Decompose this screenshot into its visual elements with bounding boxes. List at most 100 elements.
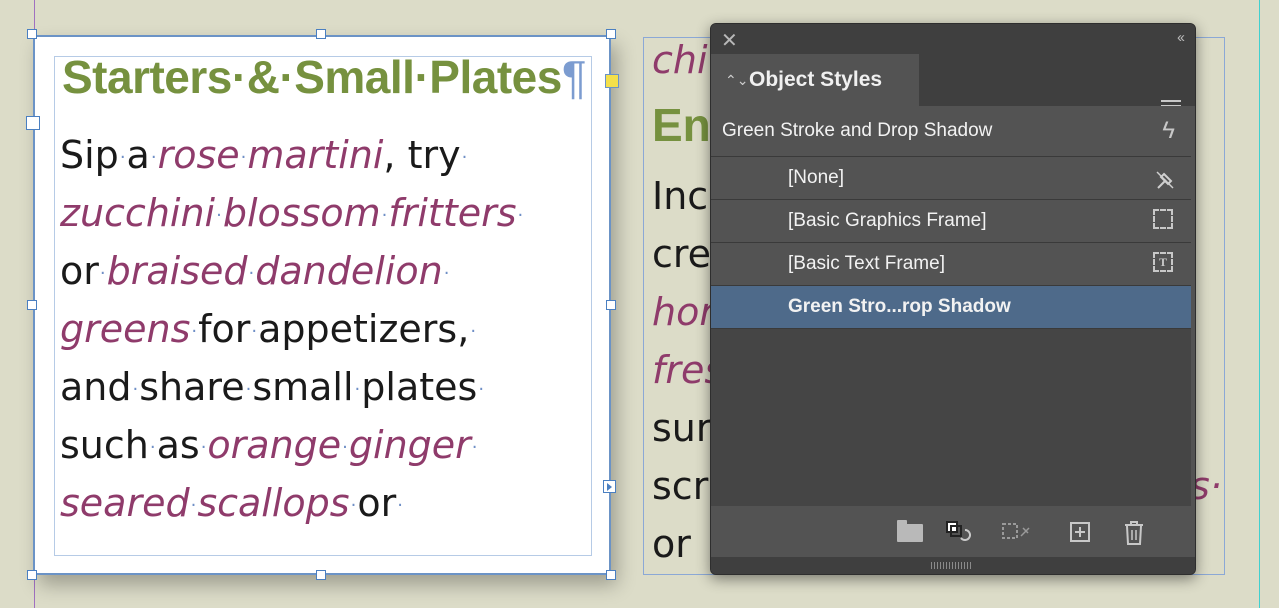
space-marker: · bbox=[342, 436, 348, 458]
heading-text: Starters·&·Small·Plates bbox=[62, 51, 562, 103]
current-style-label: Green Stroke and Drop Shadow ϟ bbox=[711, 106, 1195, 156]
frame-handle-bottom-left[interactable] bbox=[27, 570, 37, 580]
style-row-basic-graphics-frame[interactable]: [Basic Graphics Frame] bbox=[711, 200, 1191, 243]
body-word: Sip bbox=[60, 133, 119, 177]
clear-override-icon bbox=[1153, 166, 1175, 189]
frame-handle-top-right[interactable] bbox=[606, 29, 616, 39]
space-marker: · bbox=[478, 378, 485, 400]
quick-apply-icon[interactable]: ϟ bbox=[1162, 106, 1175, 156]
tab-label: Object Styles bbox=[749, 68, 883, 91]
style-row-none[interactable]: [None] bbox=[711, 157, 1191, 200]
body-word: seared bbox=[60, 481, 190, 525]
frame-handle-middle-right[interactable] bbox=[606, 300, 616, 310]
tab-arrows-icon: ⌃⌄ bbox=[725, 72, 749, 88]
space-marker: · bbox=[443, 262, 450, 284]
in-port[interactable] bbox=[26, 116, 40, 130]
tab-object-styles[interactable]: ⌃⌄ Object Styles bbox=[711, 54, 919, 106]
right-text-fragment: hor bbox=[652, 290, 715, 334]
style-label: [None] bbox=[788, 167, 844, 188]
body-word: appetizers, bbox=[258, 307, 470, 351]
panel-tab-bar: ⌃⌄ Object Styles bbox=[711, 54, 1195, 117]
space-marker: · bbox=[191, 320, 198, 342]
body-word: or bbox=[60, 249, 99, 293]
body-word: orange bbox=[207, 423, 342, 467]
right-text-fragment: scr bbox=[652, 464, 709, 508]
new-style-group-icon[interactable] bbox=[897, 520, 923, 542]
new-style-icon[interactable] bbox=[1067, 520, 1093, 544]
space-marker: · bbox=[517, 204, 524, 226]
delete-icon[interactable] bbox=[1121, 520, 1147, 545]
body-word: rose bbox=[157, 133, 240, 177]
right-heading-fragment: En bbox=[652, 99, 711, 151]
body-word: martini bbox=[247, 133, 384, 177]
style-label: Green Stro...rop Shadow bbox=[788, 296, 1011, 317]
body-text-line: and·share·small·plates· bbox=[60, 358, 580, 416]
frame-heading: Starters·&·Small·Plates¶ bbox=[62, 50, 587, 104]
right-text-fragment: sur bbox=[652, 406, 712, 450]
space-marker: · bbox=[461, 146, 468, 168]
body-word: zucchini bbox=[60, 191, 216, 235]
body-word: greens bbox=[60, 307, 191, 351]
right-text-fragment: or bbox=[652, 522, 691, 566]
space-marker: · bbox=[251, 320, 258, 342]
space-marker: · bbox=[470, 320, 477, 342]
right-text-fragment: Inc bbox=[652, 174, 709, 218]
style-label: [Basic Text Frame] bbox=[788, 253, 945, 274]
body-word: plates bbox=[361, 365, 478, 409]
body-word: blossom bbox=[222, 191, 381, 235]
space-marker: · bbox=[119, 146, 126, 168]
style-label: [Basic Graphics Frame] bbox=[788, 210, 987, 231]
frame-handle-top-center[interactable] bbox=[316, 29, 326, 39]
panel-footer bbox=[711, 506, 1191, 556]
space-marker: · bbox=[471, 436, 478, 458]
space-marker: · bbox=[150, 146, 157, 168]
space-marker: · bbox=[149, 436, 156, 458]
frame-handle-bottom-right[interactable] bbox=[606, 570, 616, 580]
body-word: for bbox=[198, 307, 251, 351]
body-word: braised bbox=[106, 249, 248, 293]
space-marker: · bbox=[397, 494, 403, 516]
body-text-line: zucchini·blossom·fritters· bbox=[60, 184, 580, 242]
frame-body-text: Sip·a·rose·martini, try· zucchini·blossom… bbox=[60, 126, 580, 532]
close-icon[interactable]: ✕ bbox=[721, 28, 738, 53]
text-frame-icon: T bbox=[1153, 252, 1175, 274]
space-marker: · bbox=[216, 204, 222, 226]
body-text-line: Sip·a·rose·martini, try· bbox=[60, 126, 580, 184]
body-word: share bbox=[139, 365, 245, 409]
right-text-fragment: cre bbox=[652, 232, 712, 276]
right-text-fragment: chi bbox=[652, 38, 708, 82]
styles-list: [None] [Basic Graphics Frame] [Basic Tex… bbox=[711, 156, 1191, 507]
right-margin-guide bbox=[1259, 0, 1260, 608]
clear-overrides-icon[interactable] bbox=[945, 520, 971, 544]
body-word: , try bbox=[383, 133, 461, 177]
collapse-icon[interactable]: ‹‹ bbox=[1177, 29, 1185, 46]
body-text-line: seared·scallops·or· bbox=[60, 474, 580, 532]
panel-resize-grip[interactable] bbox=[711, 557, 1195, 574]
body-word: a bbox=[126, 133, 150, 177]
pilcrow-mark: ¶ bbox=[561, 51, 587, 103]
object-styles-panel: ✕ ‹‹ ⌃⌄ Object Styles Green Stroke and D… bbox=[710, 23, 1196, 575]
panel-titlebar[interactable]: ✕ ‹‹ bbox=[711, 24, 1195, 54]
frame-handle-middle-left[interactable] bbox=[27, 300, 37, 310]
clear-attributes-icon[interactable] bbox=[1001, 520, 1030, 544]
body-word: as bbox=[156, 423, 200, 467]
body-word: or bbox=[357, 481, 397, 525]
space-marker: · bbox=[99, 262, 106, 284]
content-grabber[interactable] bbox=[605, 74, 619, 88]
graphics-frame-icon bbox=[1153, 209, 1175, 231]
body-word: such bbox=[60, 423, 149, 467]
body-word: fritters bbox=[388, 191, 517, 235]
body-text-line: such·as·orange·ginger· bbox=[60, 416, 580, 474]
body-word: and bbox=[60, 365, 132, 409]
frame-handle-top-left[interactable] bbox=[27, 29, 37, 39]
body-word: dandelion bbox=[255, 249, 443, 293]
body-word: ginger bbox=[348, 423, 471, 467]
body-word: small bbox=[252, 365, 354, 409]
frame-handle-bottom-center[interactable] bbox=[316, 570, 326, 580]
body-text-line: greens·for·appetizers,· bbox=[60, 300, 580, 358]
style-row-green-stroke[interactable]: Green Stro...rop Shadow bbox=[711, 286, 1191, 329]
current-style-name: Green Stroke and Drop Shadow bbox=[722, 120, 993, 141]
style-row-basic-text-frame[interactable]: [Basic Text Frame] T bbox=[711, 243, 1191, 286]
body-text-line: or·braised·dandelion· bbox=[60, 242, 580, 300]
out-port[interactable] bbox=[603, 480, 616, 493]
